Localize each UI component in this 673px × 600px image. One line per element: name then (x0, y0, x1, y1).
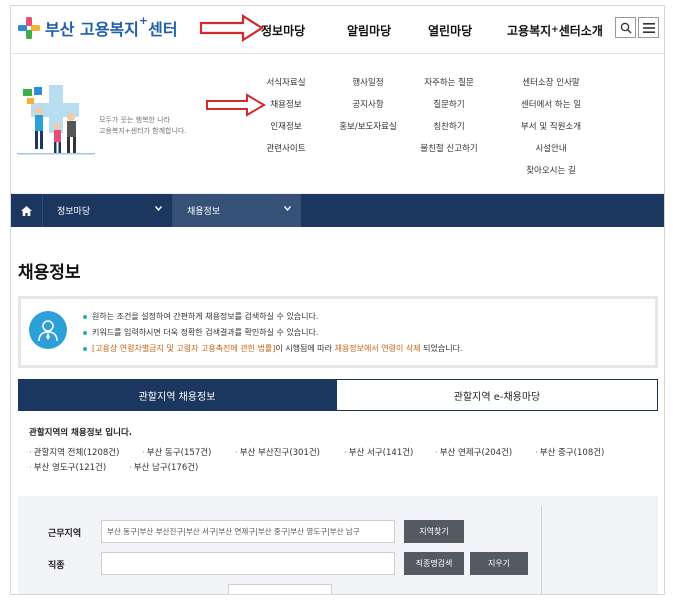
info-line-2: 키워드를 입력하시면 더욱 정확한 검색결과를 확인하실 수 있습니다. (83, 325, 463, 341)
info-box: 원하는 조건을 설정하여 간편하게 채용정보를 검색하실 수 있습니다. 키워드… (18, 296, 658, 368)
menu-events[interactable]: 행사일정 (352, 76, 383, 88)
region-title: 관할지역의 채용정보 입니다. (29, 428, 132, 438)
home-icon (21, 205, 32, 216)
area-label: 근무지역 (48, 529, 82, 539)
breadcrumb: 정보마당 채용정보 (11, 194, 664, 227)
region-link[interactable]: 부산 남구(176건) (129, 461, 199, 473)
site-header: 부산 고용복지+센터 정보마당 알림마당 열린마당 고용복지 + 센터소개 (11, 6, 664, 54)
home-button[interactable] (11, 194, 43, 227)
menu-praise[interactable]: 칭찬하기 (433, 120, 464, 132)
menu-button[interactable] (638, 17, 659, 38)
menu-directions[interactable]: 찾아오시는 길 (526, 164, 576, 176)
tab-local-jobs[interactable]: 관할지역 채용정보 (18, 379, 336, 411)
mega-menu: 모두가 웃는 행복한 나라 고용복지+센터가 함께합니다. 서식자료실 채용정보… (11, 55, 664, 194)
nav-notice-madang[interactable]: 알림마당 (347, 6, 391, 54)
region-link[interactable]: 부산 부산진구(301건) (235, 446, 320, 458)
menu-jobs[interactable]: 채용정보 (270, 98, 301, 110)
breadcrumb-level1[interactable]: 정보마당 (43, 194, 173, 227)
annotation-arrow-icon (199, 14, 265, 42)
dropdown-box[interactable] (228, 584, 332, 594)
nav-info-madang[interactable]: 정보마당 (261, 6, 305, 54)
logo-text: 부산 고용복지+센터 (45, 14, 178, 39)
chevron-down-icon (284, 206, 291, 211)
search-form: 근무지역 부산 동구|부산 부산진구|부산 서구|부산 연제구|부산 중구|부산… (18, 496, 658, 594)
menu-complaint[interactable]: 불친절 신고하기 (420, 142, 477, 154)
menu-faq[interactable]: 자주하는 질문 (424, 76, 474, 88)
chevron-down-icon (155, 206, 162, 211)
browser-page: 부산 고용복지+센터 정보마당 알림마당 열린마당 고용복지 + 센터소개 모두… (10, 5, 665, 595)
search-button[interactable] (615, 17, 636, 38)
slogan: 모두가 웃는 행복한 나라 고용복지+센터가 함께합니다. (99, 116, 187, 135)
clear-button[interactable]: 지우기 (470, 552, 528, 575)
site-logo[interactable]: 부산 고용복지+센터 (17, 14, 178, 42)
user-avatar-icon (29, 311, 67, 349)
region-link[interactable]: 부산 동구(157건) (142, 446, 212, 458)
region-link[interactable]: 부산 중구(108건) (535, 446, 605, 458)
menu-greeting[interactable]: 센터소장 인사말 (522, 76, 579, 88)
menu-ask[interactable]: 질문하기 (433, 98, 464, 110)
area-input[interactable]: 부산 동구|부산 부산진구|부산 서구|부산 연제구|부산 중구|부산 영도구|… (101, 520, 395, 543)
logo-cross-icon (18, 17, 40, 39)
form-divider (541, 506, 542, 594)
breadcrumb-level2[interactable]: 채용정보 (173, 194, 301, 227)
nav-center-intro[interactable]: 고용복지 + 센터소개 (507, 6, 603, 54)
region-link[interactable]: 부산 영도구(121건) (29, 461, 106, 473)
job-label: 직종 (48, 561, 65, 571)
menu-facilities[interactable]: 시설안내 (535, 142, 566, 154)
region-link[interactable]: 관할지역 전체(1208건) (29, 446, 120, 458)
menu-press[interactable]: 홍보/보도자료실 (339, 120, 397, 132)
menu-related-sites[interactable]: 관련사이트 (266, 142, 305, 154)
info-line-1: 원하는 조건을 설정하여 간편하게 채용정보를 검색하실 수 있습니다. (83, 309, 463, 325)
menu-talent[interactable]: 인재정보 (270, 120, 301, 132)
menu-forms[interactable]: 서식자료실 (266, 76, 305, 88)
illustration-people-icon (17, 85, 95, 155)
area-find-button[interactable]: 지역찾기 (404, 520, 464, 543)
menu-staff[interactable]: 부서 및 직원소개 (521, 120, 581, 132)
nav-open-madang[interactable]: 열린마당 (428, 6, 472, 54)
info-text: 원하는 조건을 설정하여 간편하게 채용정보를 검색하실 수 있습니다. 키워드… (83, 309, 463, 357)
region-link[interactable]: 부산 연제구(204건) (435, 446, 512, 458)
menu-center-work[interactable]: 센터에서 하는 일 (521, 98, 581, 110)
job-input[interactable] (101, 552, 395, 575)
page-title: 채용정보 (18, 263, 81, 283)
hamburger-icon (642, 22, 655, 33)
job-search-button[interactable]: 직종명검색 (404, 552, 464, 575)
search-icon (620, 22, 631, 33)
menu-notices[interactable]: 공지사항 (352, 98, 383, 110)
annotation-arrow-icon (206, 93, 266, 117)
info-line-3: [고용상 연령차별금지 및 고령자 고용촉진에 관한 법률]이 시행됨에 따라 … (83, 341, 463, 357)
region-link[interactable]: 부산 서구(141건) (344, 446, 414, 458)
tab-e-jobs[interactable]: 관할지역 e-채용마당 (336, 379, 658, 411)
